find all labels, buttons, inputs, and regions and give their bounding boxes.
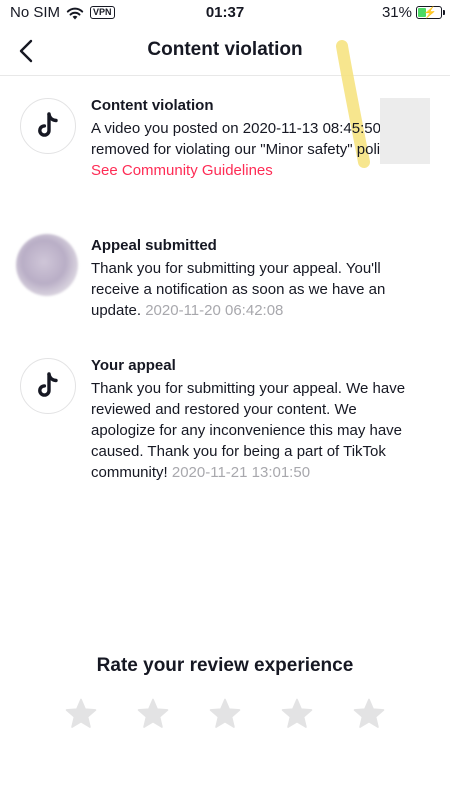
tiktok-avatar bbox=[20, 358, 76, 414]
star-rating bbox=[0, 697, 450, 731]
notification-timestamp: 2020-11-21 13:01:50 bbox=[171, 464, 311, 481]
nav-bar: Content violation bbox=[0, 26, 450, 76]
notification-title: Content violation bbox=[91, 97, 214, 114]
notification-message: A video you posted on 2020-11-13 08:45:5… bbox=[91, 120, 412, 158]
rating-title: Rate your review experience bbox=[96, 655, 354, 676]
notification-title: Your appeal bbox=[91, 357, 176, 374]
status-bar: No SIM VPN 01:37 31% ⚡ bbox=[0, 0, 450, 26]
notification-text: Thank you for submitting your appeal. Yo… bbox=[91, 258, 423, 321]
tiktok-avatar bbox=[20, 98, 76, 154]
video-thumbnail[interactable] bbox=[380, 98, 430, 164]
star-icon-3[interactable] bbox=[208, 697, 242, 731]
notification-timestamp: 2020-11-20 06:42:08 bbox=[145, 302, 284, 319]
battery-percent: 31% bbox=[381, 4, 412, 21]
battery-icon: ⚡ bbox=[416, 6, 445, 19]
page-title: Content violation bbox=[147, 39, 303, 60]
tiktok-logo-icon bbox=[38, 372, 58, 397]
notification-text: A video you posted on 2020-11-13 08:45:5… bbox=[91, 118, 423, 181]
notification-title: Appeal submitted bbox=[91, 237, 217, 254]
status-right: 31% ⚡ bbox=[381, 4, 445, 21]
star-icon-1[interactable] bbox=[64, 697, 98, 731]
star-icon-2[interactable] bbox=[136, 697, 170, 731]
star-icon-4[interactable] bbox=[280, 697, 314, 731]
notification-text: Thank you for submitting your appeal. We… bbox=[91, 378, 423, 483]
star-icon-5[interactable] bbox=[352, 697, 386, 731]
user-avatar bbox=[16, 234, 78, 296]
community-guidelines-link[interactable]: See Community Guidelines bbox=[91, 162, 273, 179]
tiktok-logo-icon bbox=[38, 112, 58, 137]
